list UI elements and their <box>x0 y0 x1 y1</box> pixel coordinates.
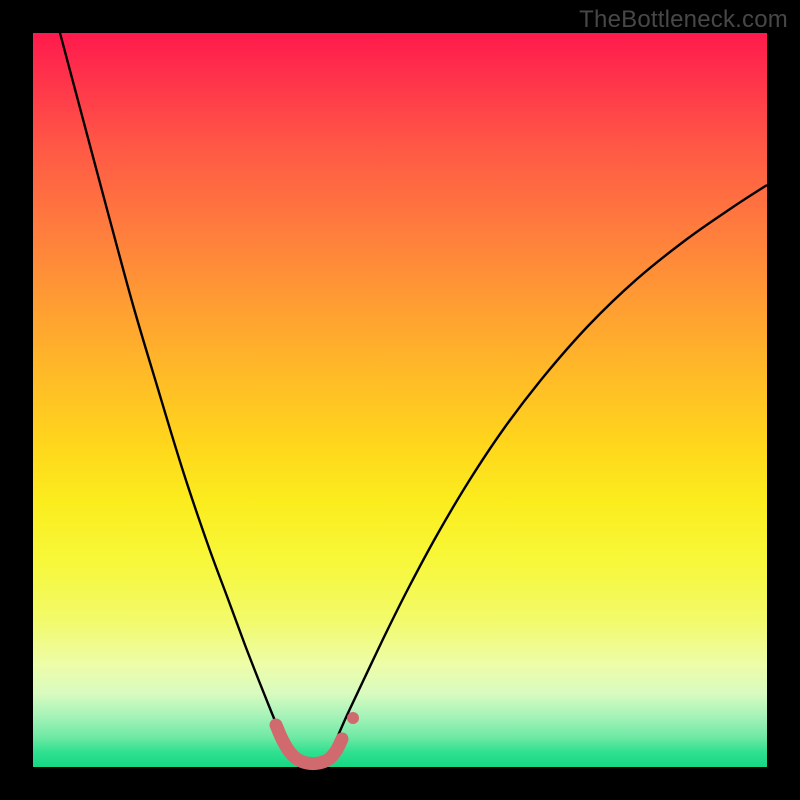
chart-svg <box>33 33 767 767</box>
series-trough-highlight <box>276 725 342 764</box>
chart-frame: TheBottleneck.com <box>0 0 800 800</box>
series-left-arm <box>60 33 286 747</box>
watermark-text: TheBottleneck.com <box>579 6 788 34</box>
series-highlight-dot <box>347 712 359 724</box>
series-right-arm <box>337 185 767 738</box>
